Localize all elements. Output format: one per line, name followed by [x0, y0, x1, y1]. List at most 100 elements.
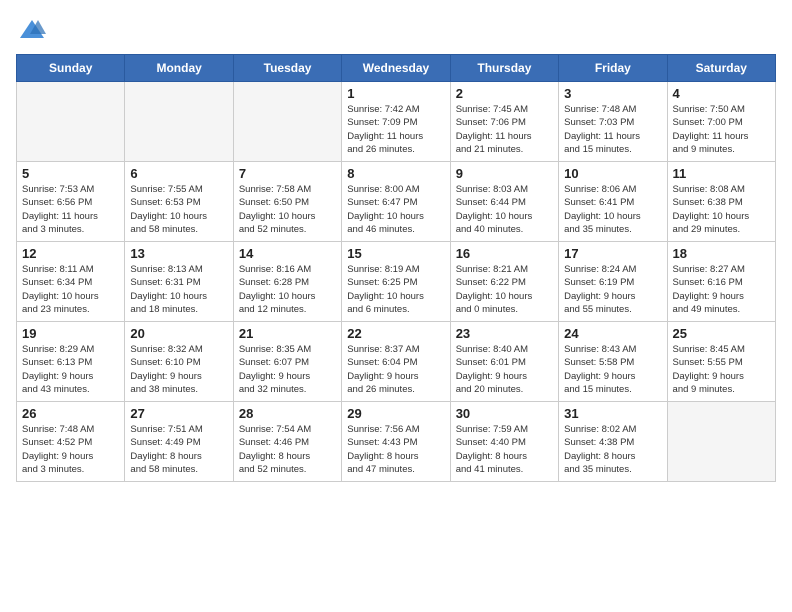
calendar-cell: 12 Sunrise: 8:11 AM Sunset: 6:34 PM Dayli…: [17, 242, 125, 322]
calendar-cell: 11 Sunrise: 8:08 AM Sunset: 6:38 PM Dayli…: [667, 162, 775, 242]
day-info: Sunrise: 8:21 AM Sunset: 6:22 PM Dayligh…: [456, 263, 553, 316]
calendar-cell: 6 Sunrise: 7:55 AM Sunset: 6:53 PM Daylig…: [125, 162, 233, 242]
day-info: Sunrise: 8:32 AM Sunset: 6:10 PM Dayligh…: [130, 343, 227, 396]
day-number: 27: [130, 406, 227, 421]
calendar-cell: 21 Sunrise: 8:35 AM Sunset: 6:07 PM Dayli…: [233, 322, 341, 402]
day-number: 16: [456, 246, 553, 261]
day-info: Sunrise: 7:56 AM Sunset: 4:43 PM Dayligh…: [347, 423, 444, 476]
calendar-day-header: Wednesday: [342, 55, 450, 82]
day-info: Sunrise: 7:42 AM Sunset: 7:09 PM Dayligh…: [347, 103, 444, 156]
day-info: Sunrise: 8:24 AM Sunset: 6:19 PM Dayligh…: [564, 263, 661, 316]
calendar-cell: 27 Sunrise: 7:51 AM Sunset: 4:49 PM Dayli…: [125, 402, 233, 482]
calendar-day-header: Thursday: [450, 55, 558, 82]
calendar-cell: 31Sunrise: 8:02 AM Sunset: 4:38 PM Dayli…: [559, 402, 667, 482]
calendar-cell: 20 Sunrise: 8:32 AM Sunset: 6:10 PM Dayli…: [125, 322, 233, 402]
calendar-cell: 10 Sunrise: 8:06 AM Sunset: 6:41 PM Dayli…: [559, 162, 667, 242]
calendar-week-row: 1 Sunrise: 7:42 AM Sunset: 7:09 PM Daylig…: [17, 82, 776, 162]
calendar-cell: 15 Sunrise: 8:19 AM Sunset: 6:25 PM Dayli…: [342, 242, 450, 322]
day-info: Sunrise: 7:55 AM Sunset: 6:53 PM Dayligh…: [130, 183, 227, 236]
calendar-cell: 13 Sunrise: 8:13 AM Sunset: 6:31 PM Dayli…: [125, 242, 233, 322]
day-info: Sunrise: 7:59 AM Sunset: 4:40 PM Dayligh…: [456, 423, 553, 476]
calendar-cell: 7 Sunrise: 7:58 AM Sunset: 6:50 PM Daylig…: [233, 162, 341, 242]
calendar-cell: 19 Sunrise: 8:29 AM Sunset: 6:13 PM Dayli…: [17, 322, 125, 402]
day-info: Sunrise: 8:27 AM Sunset: 6:16 PM Dayligh…: [673, 263, 770, 316]
calendar-cell: 18Sunrise: 8:27 AM Sunset: 6:16 PM Dayli…: [667, 242, 775, 322]
day-number: 1: [347, 86, 444, 101]
calendar-cell: 8Sunrise: 8:00 AM Sunset: 6:47 PM Daylig…: [342, 162, 450, 242]
day-info: Sunrise: 7:53 AM Sunset: 6:56 PM Dayligh…: [22, 183, 119, 236]
day-number: 31: [564, 406, 661, 421]
day-info: Sunrise: 8:13 AM Sunset: 6:31 PM Dayligh…: [130, 263, 227, 316]
day-number: 19: [22, 326, 119, 341]
day-number: 12: [22, 246, 119, 261]
day-number: 17: [564, 246, 661, 261]
day-info: Sunrise: 8:19 AM Sunset: 6:25 PM Dayligh…: [347, 263, 444, 316]
calendar-cell: 3 Sunrise: 7:48 AM Sunset: 7:03 PM Daylig…: [559, 82, 667, 162]
day-info: Sunrise: 8:06 AM Sunset: 6:41 PM Dayligh…: [564, 183, 661, 236]
calendar-day-header: Friday: [559, 55, 667, 82]
day-info: Sunrise: 8:35 AM Sunset: 6:07 PM Dayligh…: [239, 343, 336, 396]
day-info: Sunrise: 7:48 AM Sunset: 7:03 PM Dayligh…: [564, 103, 661, 156]
calendar-week-row: 19 Sunrise: 8:29 AM Sunset: 6:13 PM Dayli…: [17, 322, 776, 402]
calendar-cell: 5 Sunrise: 7:53 AM Sunset: 6:56 PM Daylig…: [17, 162, 125, 242]
day-number: 13: [130, 246, 227, 261]
calendar-cell: 1 Sunrise: 7:42 AM Sunset: 7:09 PM Daylig…: [342, 82, 450, 162]
day-number: 10: [564, 166, 661, 181]
logo: [16, 16, 46, 44]
day-info: Sunrise: 8:16 AM Sunset: 6:28 PM Dayligh…: [239, 263, 336, 316]
calendar-cell: 24 Sunrise: 8:43 AM Sunset: 5:58 PM Dayli…: [559, 322, 667, 402]
calendar-cell: 17 Sunrise: 8:24 AM Sunset: 6:19 PM Dayli…: [559, 242, 667, 322]
day-number: 15: [347, 246, 444, 261]
day-number: 21: [239, 326, 336, 341]
day-info: Sunrise: 7:51 AM Sunset: 4:49 PM Dayligh…: [130, 423, 227, 476]
calendar-header-row: SundayMondayTuesdayWednesdayThursdayFrid…: [17, 55, 776, 82]
calendar-cell: [17, 82, 125, 162]
day-number: 9: [456, 166, 553, 181]
calendar-cell: 22 Sunrise: 8:37 AM Sunset: 6:04 PM Dayli…: [342, 322, 450, 402]
calendar-cell: 30 Sunrise: 7:59 AM Sunset: 4:40 PM Dayli…: [450, 402, 558, 482]
day-number: 26: [22, 406, 119, 421]
day-number: 6: [130, 166, 227, 181]
day-info: Sunrise: 7:58 AM Sunset: 6:50 PM Dayligh…: [239, 183, 336, 236]
day-number: 14: [239, 246, 336, 261]
day-number: 25: [673, 326, 770, 341]
day-info: Sunrise: 7:54 AM Sunset: 4:46 PM Dayligh…: [239, 423, 336, 476]
calendar-day-header: Tuesday: [233, 55, 341, 82]
day-number: 22: [347, 326, 444, 341]
calendar-cell: [233, 82, 341, 162]
day-number: 20: [130, 326, 227, 341]
calendar-body: 1 Sunrise: 7:42 AM Sunset: 7:09 PM Daylig…: [17, 82, 776, 482]
calendar-cell: 28 Sunrise: 7:54 AM Sunset: 4:46 PM Dayli…: [233, 402, 341, 482]
day-info: Sunrise: 8:08 AM Sunset: 6:38 PM Dayligh…: [673, 183, 770, 236]
calendar-cell: [125, 82, 233, 162]
day-number: 23: [456, 326, 553, 341]
day-number: 7: [239, 166, 336, 181]
day-number: 28: [239, 406, 336, 421]
day-info: Sunrise: 7:50 AM Sunset: 7:00 PM Dayligh…: [673, 103, 770, 156]
day-info: Sunrise: 7:45 AM Sunset: 7:06 PM Dayligh…: [456, 103, 553, 156]
calendar-week-row: 12 Sunrise: 8:11 AM Sunset: 6:34 PM Dayli…: [17, 242, 776, 322]
calendar-cell: 4 Sunrise: 7:50 AM Sunset: 7:00 PM Daylig…: [667, 82, 775, 162]
day-number: 11: [673, 166, 770, 181]
day-number: 24: [564, 326, 661, 341]
day-info: Sunrise: 8:03 AM Sunset: 6:44 PM Dayligh…: [456, 183, 553, 236]
calendar-week-row: 5 Sunrise: 7:53 AM Sunset: 6:56 PM Daylig…: [17, 162, 776, 242]
calendar-cell: 26 Sunrise: 7:48 AM Sunset: 4:52 PM Dayli…: [17, 402, 125, 482]
calendar-table: SundayMondayTuesdayWednesdayThursdayFrid…: [16, 54, 776, 482]
calendar-cell: 25Sunrise: 8:45 AM Sunset: 5:55 PM Dayli…: [667, 322, 775, 402]
calendar-cell: 16 Sunrise: 8:21 AM Sunset: 6:22 PM Dayli…: [450, 242, 558, 322]
day-number: 30: [456, 406, 553, 421]
day-info: Sunrise: 8:37 AM Sunset: 6:04 PM Dayligh…: [347, 343, 444, 396]
calendar-cell: 9 Sunrise: 8:03 AM Sunset: 6:44 PM Daylig…: [450, 162, 558, 242]
day-info: Sunrise: 7:48 AM Sunset: 4:52 PM Dayligh…: [22, 423, 119, 476]
day-number: 3: [564, 86, 661, 101]
day-number: 5: [22, 166, 119, 181]
day-info: Sunrise: 8:11 AM Sunset: 6:34 PM Dayligh…: [22, 263, 119, 316]
calendar-cell: 23Sunrise: 8:40 AM Sunset: 6:01 PM Dayli…: [450, 322, 558, 402]
logo-icon: [18, 16, 46, 44]
day-info: Sunrise: 8:43 AM Sunset: 5:58 PM Dayligh…: [564, 343, 661, 396]
calendar-day-header: Monday: [125, 55, 233, 82]
calendar-week-row: 26 Sunrise: 7:48 AM Sunset: 4:52 PM Dayli…: [17, 402, 776, 482]
day-number: 4: [673, 86, 770, 101]
day-info: Sunrise: 8:29 AM Sunset: 6:13 PM Dayligh…: [22, 343, 119, 396]
